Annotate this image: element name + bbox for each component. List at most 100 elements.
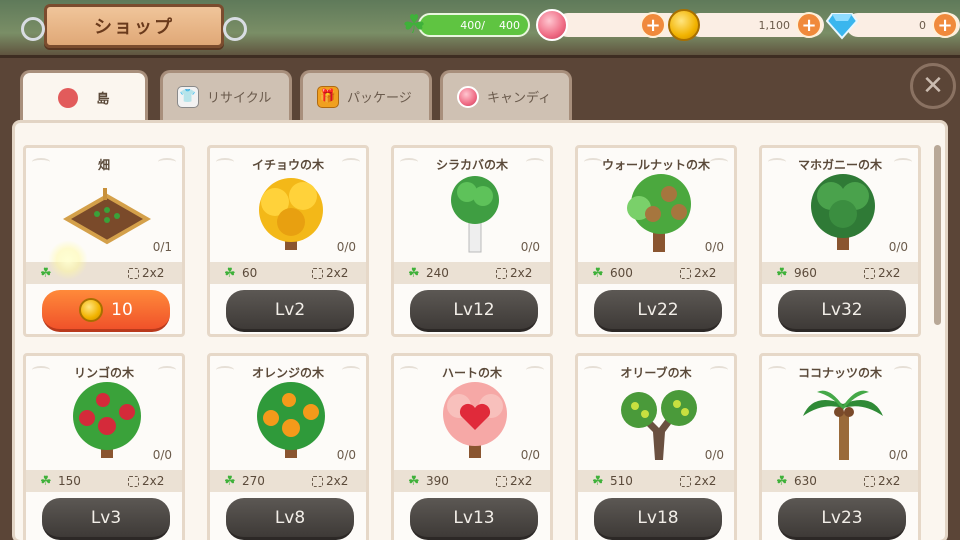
add-candy-button[interactable]: + — [640, 12, 666, 38]
level-requirement: Lv18 — [637, 507, 679, 528]
item-size: 2x2 — [878, 266, 901, 280]
close-icon: ✕ — [922, 71, 944, 101]
shop-item-card[interactable]: イチョウの木 0/0 ☘ 60 2x2 Lv2 — [207, 145, 369, 337]
tab-candy[interactable]: キャンディ — [440, 70, 572, 120]
shop-item-card[interactable]: リンゴの木 0/0 ☘ 150 2x2 Lv3 — [23, 353, 185, 540]
sparkle-effect — [48, 240, 88, 280]
clover-resource: ☘ 400/ 400 — [398, 10, 532, 40]
tab-package[interactable]: 🎁 パッケージ — [300, 70, 432, 120]
shop-title: ショップ — [94, 17, 174, 38]
level-requirement: Lv22 — [637, 299, 679, 320]
level-locked-button[interactable]: Lv13 — [410, 498, 538, 540]
item-image — [793, 174, 893, 254]
shop-item-card[interactable]: マホガニーの木 0/0 ☘ 960 2x2 Lv32 — [759, 145, 921, 337]
level-requirement: Lv12 — [453, 299, 495, 320]
clover-bar: 400/ 400 — [418, 13, 530, 37]
level-requirement: Lv8 — [274, 507, 306, 528]
owned-count: 0/0 — [520, 448, 540, 462]
level-locked-button[interactable]: Lv32 — [778, 290, 906, 332]
clover-icon: ☘ — [402, 10, 426, 40]
scrollbar[interactable] — [934, 145, 941, 325]
level-requirement: Lv13 — [453, 507, 495, 528]
level-locked-button[interactable]: Lv22 — [594, 290, 722, 332]
item-size: 2x2 — [326, 474, 349, 488]
clover-cost: 510 — [610, 474, 633, 488]
grid-size-icon — [496, 475, 507, 487]
clover-cost: 630 — [794, 474, 817, 488]
item-image — [57, 382, 157, 462]
clover-icon: ☘ — [408, 265, 420, 281]
item-info-row: ☘ 960 2x2 — [762, 262, 918, 284]
clover-cost: 600 — [610, 266, 633, 280]
level-requirement: Lv32 — [821, 299, 863, 320]
shop-item-card[interactable]: ココナッツの木 0/0 ☘ 630 2x2 Lv23 — [759, 353, 921, 540]
item-info-row: ☘ 630 2x2 — [762, 470, 918, 492]
owned-count: 0/0 — [336, 240, 356, 254]
clover-cost: 960 — [794, 266, 817, 280]
gift-icon: 🎁 — [317, 85, 339, 108]
level-requirement: Lv3 — [90, 507, 122, 528]
shop-item-card[interactable]: シラカバの木 0/0 ☘ 240 2x2 Lv12 — [391, 145, 553, 337]
shop-item-card[interactable]: 畑 0/1 ☘ 2x2 10 — [23, 145, 185, 337]
level-locked-button[interactable]: Lv2 — [226, 290, 354, 332]
shop-title-banner: ショップ — [21, 4, 247, 48]
item-size: 2x2 — [694, 474, 717, 488]
clover-icon: ☘ — [408, 473, 420, 489]
plus-icon: + — [645, 14, 661, 36]
tab-island[interactable]: 島 — [20, 70, 148, 122]
gem-icon — [826, 9, 858, 41]
item-name: シラカバの木 — [435, 158, 508, 172]
item-size: 2x2 — [878, 474, 901, 488]
item-image — [425, 174, 525, 254]
coin-icon — [668, 9, 700, 41]
item-info-row: ☘ 390 2x2 — [394, 470, 550, 492]
coin-value: 1,100 — [758, 18, 791, 32]
grid-size-icon — [680, 267, 691, 279]
level-requirement: Lv2 — [274, 299, 306, 320]
item-info-row: ☘ 600 2x2 — [578, 262, 734, 284]
close-button[interactable]: ✕ — [910, 63, 956, 109]
shop-item-card[interactable]: オリーブの木 0/0 ☘ 510 2x2 Lv18 — [575, 353, 737, 540]
item-size: 2x2 — [510, 474, 533, 488]
level-requirement: Lv23 — [821, 507, 863, 528]
item-info-row: ☘ 150 2x2 — [26, 470, 182, 492]
owned-count: 0/0 — [888, 240, 908, 254]
add-gems-button[interactable]: + — [932, 12, 958, 38]
item-size: 2x2 — [326, 266, 349, 280]
island-tree-icon — [58, 87, 79, 108]
clover-cost: 270 — [242, 474, 265, 488]
item-image — [609, 382, 709, 462]
shop-item-card[interactable]: ハートの木 0/0 ☘ 390 2x2 Lv13 — [391, 353, 553, 540]
tab-label: キャンディ — [487, 91, 552, 106]
shop-item-card[interactable]: オレンジの木 0/0 ☘ 270 2x2 Lv8 — [207, 353, 369, 540]
item-size: 2x2 — [142, 266, 165, 280]
level-locked-button[interactable]: Lv23 — [778, 498, 906, 540]
candy-icon — [536, 9, 568, 41]
level-locked-button[interactable]: Lv3 — [42, 498, 170, 540]
add-coins-button[interactable]: + — [796, 12, 822, 38]
shop-panel: 島 👕 リサイクル 🎁 パッケージ キャンディ ✕ 畑 0/1 ☘ 2x2 10… — [0, 55, 960, 540]
grid-size-icon — [128, 475, 139, 487]
grid-size-icon — [128, 267, 139, 279]
owned-count: 0/1 — [152, 240, 172, 254]
tab-recycle[interactable]: 👕 リサイクル — [160, 70, 292, 120]
grid-size-icon — [496, 267, 507, 279]
level-locked-button[interactable]: Lv18 — [594, 498, 722, 540]
clover-cost: 240 — [426, 266, 449, 280]
clover-icon: ☘ — [592, 473, 604, 489]
gem-value: 0 — [919, 18, 926, 32]
plus-icon: + — [937, 14, 953, 36]
level-locked-button[interactable]: Lv12 — [410, 290, 538, 332]
owned-count: 0/0 — [704, 240, 724, 254]
item-name: ウォールナットの木 — [601, 158, 710, 172]
buy-button[interactable]: 10 — [42, 290, 170, 332]
level-locked-button[interactable]: Lv8 — [226, 498, 354, 540]
plus-icon: + — [801, 14, 817, 36]
buy-price: 10 — [111, 299, 133, 320]
item-size: 2x2 — [694, 266, 717, 280]
clover-value: 400/ — [460, 18, 485, 32]
shop-item-card[interactable]: ウォールナットの木 0/0 ☘ 600 2x2 Lv22 — [575, 145, 737, 337]
item-info-row: ☘ 510 2x2 — [578, 470, 734, 492]
clover-icon: ☘ — [224, 473, 236, 489]
item-grid: 畑 0/1 ☘ 2x2 10 イチョウの木 0/0 ☘ 60 2x2 Lv2 シ… — [12, 120, 948, 540]
